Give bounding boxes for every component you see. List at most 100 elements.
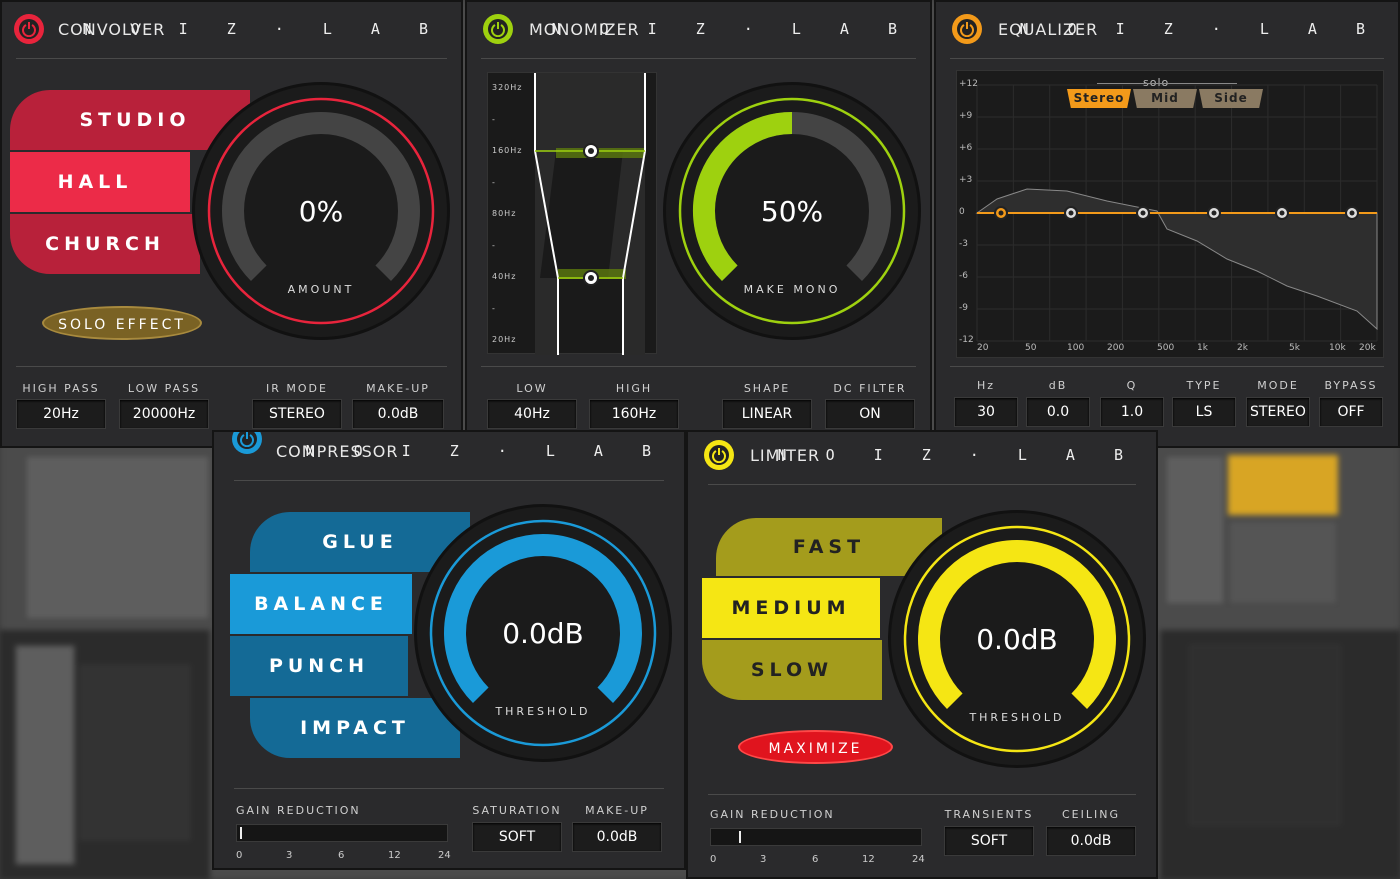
- solo-tab-mid[interactable]: Mid: [1133, 89, 1197, 108]
- param-value[interactable]: LS: [1172, 397, 1236, 427]
- brand-logo: N O I Z · L A B: [551, 20, 912, 38]
- limiter-power-button[interactable]: [704, 440, 734, 470]
- param-label: MODE: [1257, 379, 1299, 392]
- y-axis-label: +6: [959, 143, 973, 153]
- mode-church[interactable]: CHURCH: [10, 214, 200, 274]
- param-value[interactable]: STEREO: [1246, 397, 1310, 427]
- param-label: LOW: [516, 382, 548, 395]
- compressor-threshold-label: THRESHOLD: [495, 705, 591, 718]
- y-axis-label: -3: [959, 239, 968, 249]
- param-value[interactable]: 0.0dB: [572, 822, 662, 852]
- param-label: dB: [1048, 379, 1068, 392]
- param-value[interactable]: ON: [825, 399, 915, 429]
- gain-reduction-meter: [710, 828, 922, 846]
- amount-knob[interactable]: 0% AMOUNT: [192, 82, 450, 340]
- x-axis-label: 50: [1025, 343, 1037, 353]
- compressor-power-button[interactable]: [232, 432, 262, 454]
- param-value[interactable]: 20000Hz: [119, 399, 209, 429]
- param-value[interactable]: 40Hz: [487, 399, 577, 429]
- compressor-panel: COMPRESSOR N O I Z · L A B GLUE BALANCE …: [212, 430, 686, 870]
- equalizer-power-button[interactable]: [952, 14, 982, 44]
- param-label: SHAPE: [743, 382, 791, 395]
- limiter-threshold-value: 0.0dB: [976, 623, 1058, 656]
- param-value[interactable]: 0.0dB: [352, 399, 444, 429]
- solo-tab-side[interactable]: Side: [1199, 89, 1263, 108]
- param-value[interactable]: 160Hz: [589, 399, 679, 429]
- mode-medium[interactable]: MEDIUM: [702, 578, 880, 638]
- brand-logo: N O I Z · L A B: [777, 446, 1138, 464]
- param-value[interactable]: 30: [954, 397, 1018, 427]
- meter-tick: 3: [286, 850, 293, 861]
- meter-tick: 0: [236, 850, 243, 861]
- meter-tick: 6: [338, 850, 345, 861]
- limiter-threshold-label: THRESHOLD: [969, 711, 1065, 724]
- param-label: LOW PASS: [127, 382, 201, 395]
- param-value[interactable]: STEREO: [252, 399, 342, 429]
- param-label: HIGH: [615, 382, 653, 395]
- brand-logo: N O I Z · L A B: [82, 20, 443, 38]
- meter-tick: 6: [812, 854, 819, 865]
- power-icon: [960, 22, 974, 37]
- param-value[interactable]: SOFT: [472, 822, 562, 852]
- y-axis-label: -9: [959, 303, 968, 313]
- solo-effect-button[interactable]: SOLO EFFECT: [42, 306, 202, 340]
- param-value[interactable]: 0.0dB: [1046, 826, 1136, 856]
- param-value[interactable]: 0.0: [1026, 397, 1090, 427]
- freq-label: -: [492, 114, 496, 124]
- make-mono-value: 50%: [760, 195, 824, 228]
- brand-logo: N O I Z · L A B: [305, 442, 666, 460]
- freq-label: -: [492, 240, 496, 250]
- eq-graph[interactable]: solo Stereo Mid Side +12 +9 +6 +3 0 -3 -6 -9 -12 2…: [956, 70, 1384, 358]
- param-label: TRANSIENTS: [944, 808, 1034, 821]
- monomizer-panel: MONOMIZER N O I Z · L A B 320Hz -160Hz -80…: [465, 0, 932, 448]
- gain-reduction-meter: [236, 824, 448, 842]
- param-value[interactable]: OFF: [1319, 397, 1383, 427]
- mode-punch[interactable]: PUNCH: [230, 636, 408, 696]
- meter-tick: 3: [760, 854, 767, 865]
- monomizer-power-button[interactable]: [483, 14, 513, 44]
- solo-tab-stereo[interactable]: Stereo: [1067, 89, 1131, 108]
- y-axis-label: +9: [959, 111, 973, 121]
- param-label: HIGH PASS: [22, 382, 100, 395]
- meter-tick: 0: [710, 854, 717, 865]
- freq-label: -: [492, 177, 496, 187]
- mode-balance[interactable]: BALANCE: [230, 574, 412, 634]
- param-label: SATURATION: [472, 804, 562, 817]
- power-icon: [712, 448, 726, 463]
- gain-reduction-label: GAIN REDUCTION: [236, 804, 361, 817]
- y-axis-label: +3: [959, 175, 973, 185]
- param-value[interactable]: LINEAR: [722, 399, 812, 429]
- x-axis-label: 2k: [1237, 343, 1248, 353]
- crossover-display[interactable]: 320Hz - 160Hz - 80Hz - 40Hz - 20Hz: [487, 72, 657, 355]
- power-icon: [240, 432, 254, 447]
- param-value[interactable]: 1.0: [1100, 397, 1164, 427]
- mode-slow[interactable]: SLOW: [702, 640, 882, 700]
- param-label: BYPASS: [1324, 379, 1378, 392]
- meter-tick: 24: [438, 850, 451, 861]
- param-label: IR MODE: [266, 382, 328, 395]
- power-icon: [22, 22, 36, 37]
- gain-reduction-label: GAIN REDUCTION: [710, 808, 835, 821]
- equalizer-panel: EQUALIZER N O I Z · L A B solo Stereo Mid…: [934, 0, 1400, 448]
- x-axis-label: 1k: [1197, 343, 1208, 353]
- freq-label: 80Hz: [492, 209, 517, 218]
- make-mono-knob[interactable]: 50% MAKE MONO: [663, 82, 921, 340]
- param-label: TYPE: [1186, 379, 1222, 392]
- limiter-panel: LIMITER N O I Z · L A B FAST MEDIUM SLOW…: [686, 430, 1158, 879]
- mode-hall[interactable]: HALL: [10, 152, 190, 212]
- meter-tick: 12: [862, 854, 875, 865]
- param-value[interactable]: 20Hz: [16, 399, 106, 429]
- param-label: MAKE-UP: [585, 804, 649, 817]
- compressor-threshold-knob[interactable]: 0.0dB THRESHOLD: [414, 504, 672, 762]
- power-icon: [491, 22, 505, 37]
- convolver-power-button[interactable]: [14, 14, 44, 44]
- limiter-threshold-knob[interactable]: 0.0dB THRESHOLD: [888, 510, 1146, 768]
- y-axis-label: -12: [959, 335, 974, 345]
- freq-label: 40Hz: [492, 272, 517, 281]
- param-label: CEILING: [1062, 808, 1120, 821]
- amount-label: AMOUNT: [287, 283, 355, 296]
- freq-label: 160Hz: [492, 146, 523, 155]
- param-label: DC FILTER: [833, 382, 907, 395]
- param-value[interactable]: SOFT: [944, 826, 1034, 856]
- maximize-button[interactable]: MAXIMIZE: [738, 730, 893, 764]
